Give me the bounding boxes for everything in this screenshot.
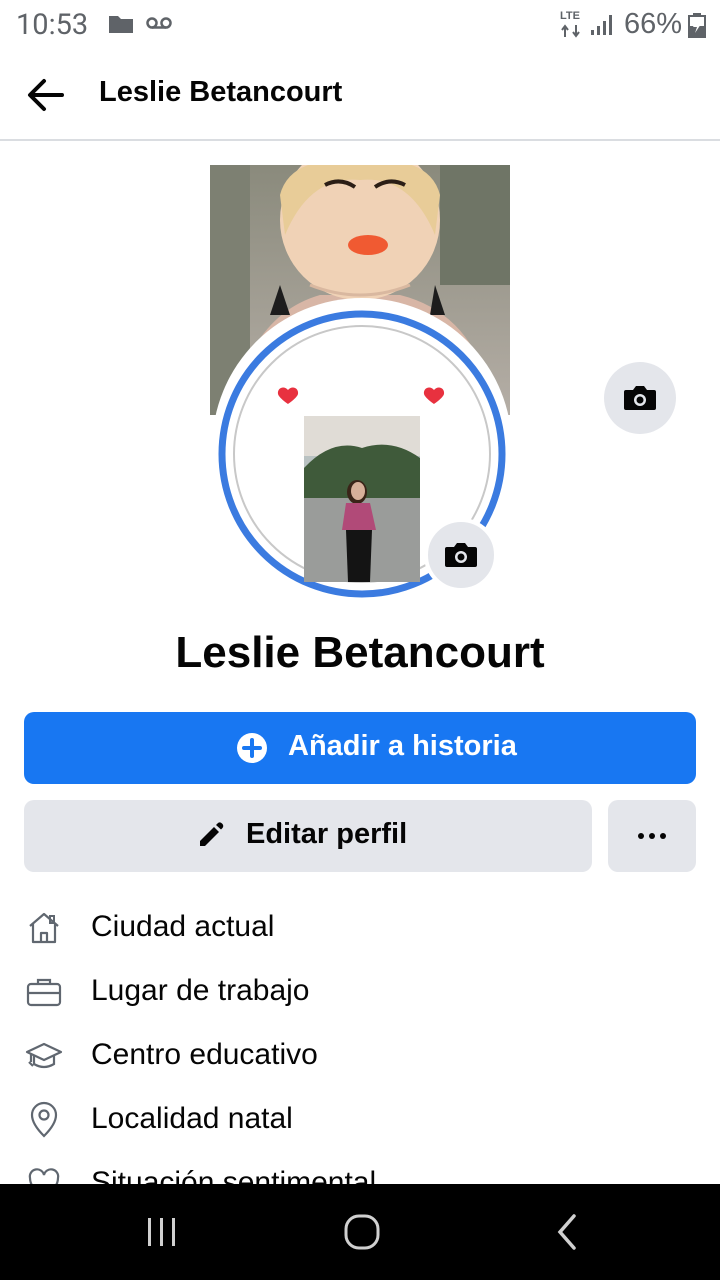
graduation-cap-icon [25,1042,63,1069]
camera-icon [624,386,656,410]
back-chevron-icon [557,1214,576,1250]
signal-icon [591,15,612,35]
lte-label: LTE [560,10,580,22]
plus-circle-icon [237,733,267,763]
recent-apps-button[interactable] [132,1210,192,1254]
page-title: Leslie Betancourt [99,76,343,108]
more-options-button[interactable] [608,800,696,872]
info-item-workplace[interactable]: Lugar de trabajo [0,960,720,1024]
recent-apps-icon [148,1218,175,1246]
battery-percent: 66% [624,8,683,40]
status-bar: 10:53 LTE 66% [0,0,720,52]
info-item-label: Lugar de trabajo [91,974,310,1007]
home-icon [29,912,59,944]
back-nav-button[interactable] [538,1206,598,1258]
camera-icon [445,543,477,567]
briefcase-icon [26,978,62,1007]
location-pin-icon [30,1101,58,1138]
info-item-education[interactable]: Centro educativo [0,1024,720,1088]
system-navigation-bar [0,1184,720,1280]
home-button[interactable] [332,1206,392,1258]
edit-cover-photo-button[interactable] [604,362,676,434]
top-app-bar: Leslie Betancourt [0,52,720,141]
info-item-current-city[interactable]: Ciudad actual [0,896,720,960]
back-button[interactable] [22,72,72,118]
info-item-label: Centro educativo [91,1038,318,1071]
back-arrow-icon [28,79,64,111]
edit-profile-picture-button[interactable] [424,518,498,592]
folder-icon [109,16,133,33]
pencil-icon [200,822,224,846]
edit-profile-button[interactable]: Editar perfil [24,800,592,872]
info-item-label: Ciudad actual [91,910,275,943]
lte-icon: LTE [560,10,584,38]
edit-profile-label: Editar perfil [246,818,408,850]
profile-name: Leslie Betancourt [175,628,545,677]
add-to-story-label: Añadir a historia [288,730,517,762]
add-to-story-button[interactable]: Añadir a historia [24,712,696,784]
home-circle-icon [344,1214,380,1250]
voicemail-icon [146,17,172,29]
info-item-hometown[interactable]: Localidad natal [0,1088,720,1152]
status-time: 10:53 [16,8,89,42]
info-item-label: Localidad natal [91,1102,293,1135]
more-horizontal-icon [638,833,666,839]
battery-icon [688,13,706,38]
